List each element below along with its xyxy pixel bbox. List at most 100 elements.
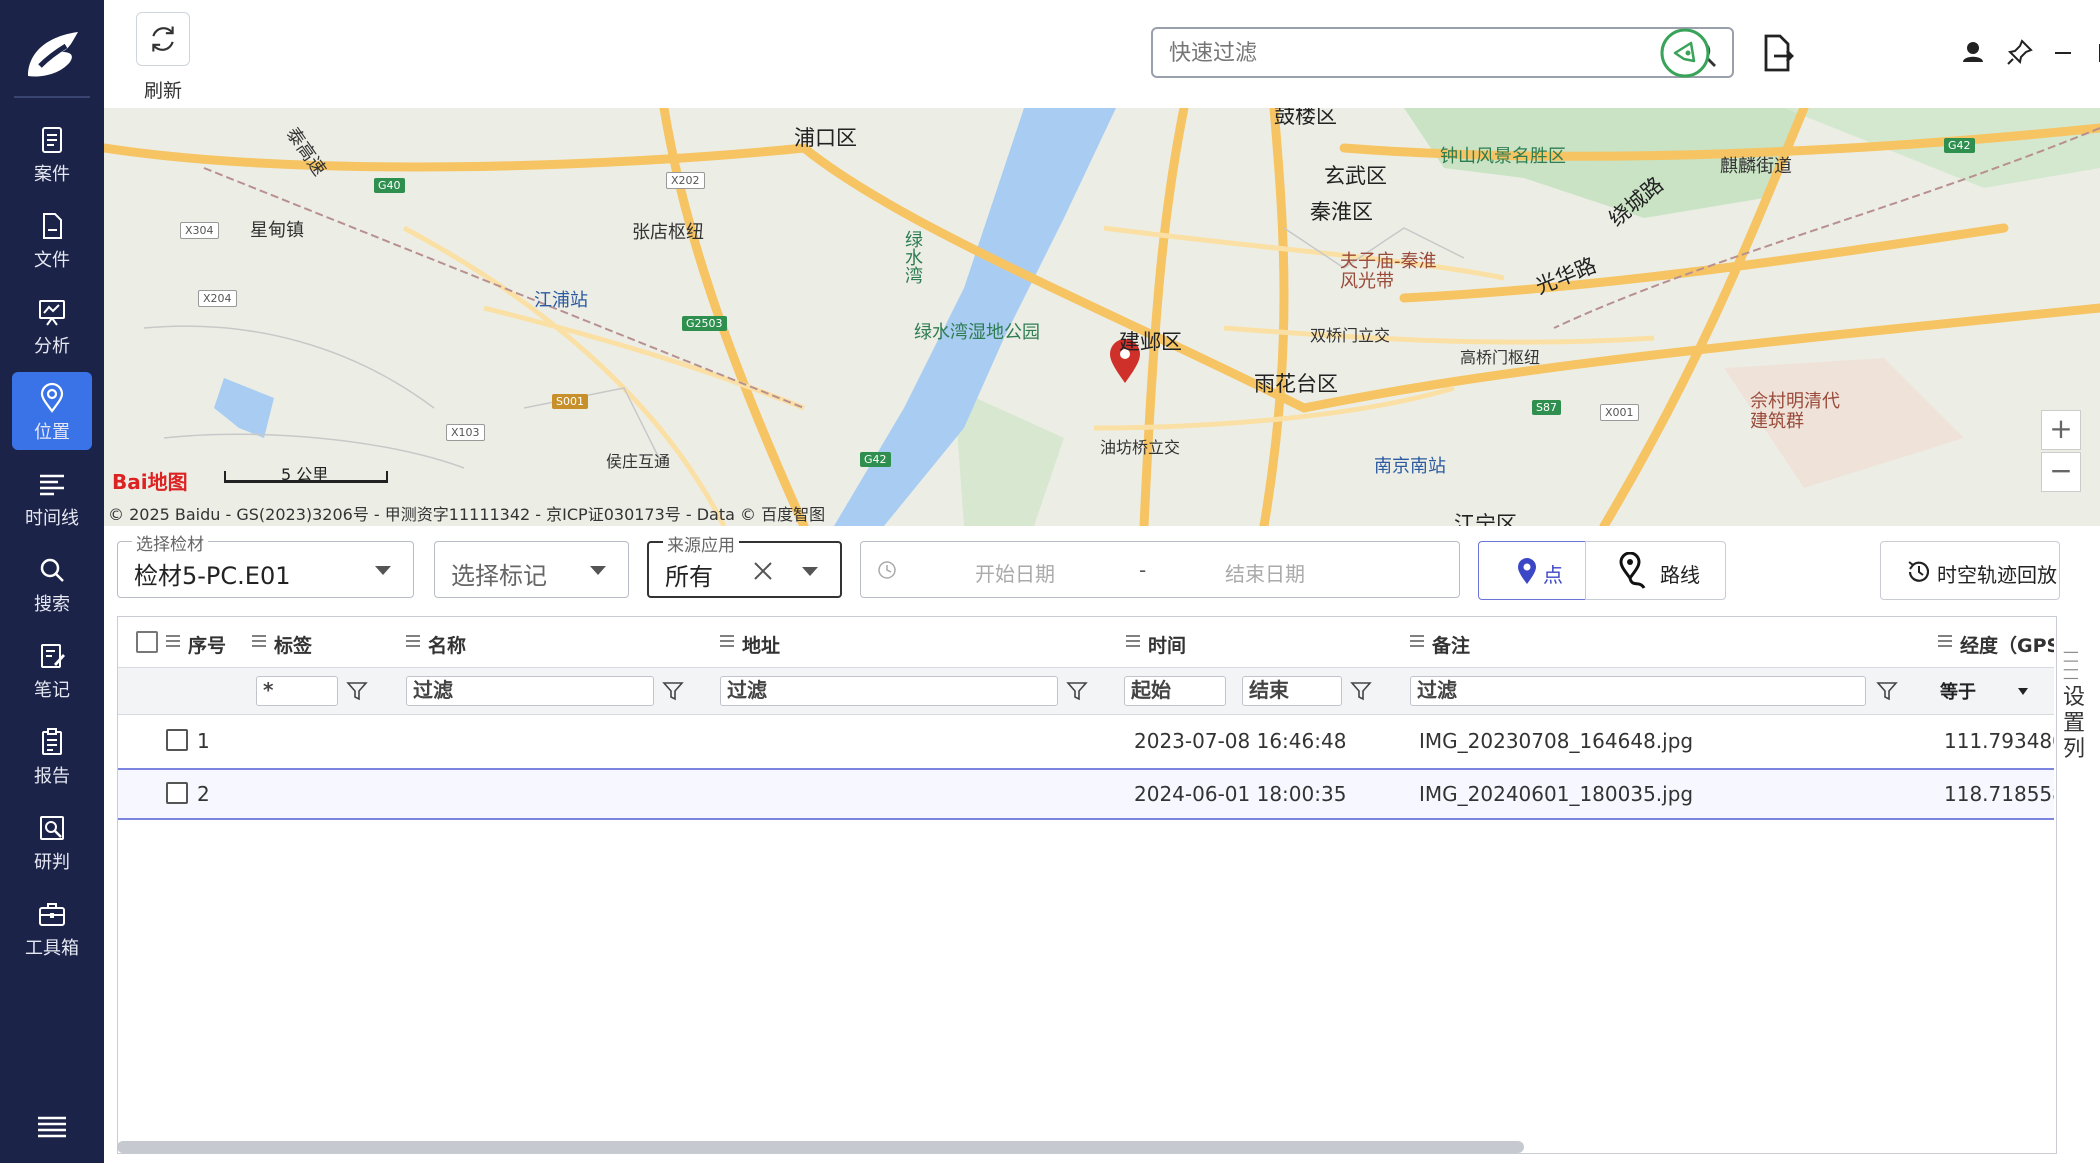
name-filter-input[interactable]: 过滤 — [406, 676, 654, 706]
source-app-select[interactable]: 来源应用 所有 — [647, 531, 842, 598]
column-header-label: 名称 — [428, 635, 467, 657]
clear-icon[interactable] — [751, 559, 775, 583]
map-label: 绿水湾 — [902, 230, 923, 284]
chevron-down-icon — [802, 567, 818, 576]
sidebar-item-timeline[interactable]: 时间线 — [12, 458, 92, 536]
map-view[interactable]: 浦口区 星甸镇 江浦站 张店枢纽 绿水湾 绿水湾湿地公园 建邺区 雨花台区 玄武… — [104, 108, 2100, 526]
road-tag: X304 — [180, 222, 219, 239]
column-header-tag[interactable]: 标签 — [252, 617, 402, 667]
quick-filter-input[interactable] — [1169, 37, 1639, 69]
road-tag: S001 — [552, 394, 588, 409]
map-label: 星甸镇 — [250, 220, 304, 241]
road-tag: G42 — [860, 452, 891, 467]
maximize-icon[interactable] — [2081, 26, 2100, 80]
filter-funnel-icon[interactable] — [1876, 680, 1898, 702]
road-tag: X202 — [666, 172, 705, 189]
map-label: 夫子庙-秦淮 风光带 — [1340, 251, 1437, 292]
quick-filter-box[interactable] — [1151, 27, 1734, 78]
evidence-select-label: 选择检材 — [132, 530, 208, 555]
column-menu-icon[interactable] — [720, 635, 734, 647]
hamburger-menu-icon[interactable] — [34, 1112, 70, 1142]
location-tag-status-icon[interactable] — [1658, 26, 1712, 80]
history-clock-icon — [1908, 561, 1930, 582]
sidebar-item-report[interactable]: 报告 — [12, 716, 92, 794]
sidebar-item-toolbox[interactable]: 工具箱 — [12, 888, 92, 966]
column-menu-icon[interactable] — [406, 635, 420, 647]
marker-select[interactable]: 选择标记 — [434, 541, 629, 598]
sidebar-item-analysis[interactable]: 分析 — [12, 286, 92, 364]
map-label: 雨花台区 — [1254, 372, 1338, 396]
road-tag: X204 — [198, 290, 237, 307]
cell-index: 2 — [197, 782, 210, 806]
export-file-icon[interactable] — [1750, 26, 1804, 80]
scale-label: 5 公里 — [281, 465, 329, 484]
trajectory-playback-button[interactable]: 时空轨迹回放 — [1880, 541, 2060, 600]
filter-funnel-icon[interactable] — [662, 680, 684, 702]
date-end-placeholder[interactable]: 结束日期 — [1225, 558, 1305, 587]
column-header-time[interactable]: 时间 — [1126, 617, 1386, 667]
column-header-name[interactable]: 名称 — [406, 617, 706, 667]
column-menu-icon[interactable] — [166, 635, 180, 647]
map-label: 江浦站 — [534, 290, 588, 311]
sidebar-item-search[interactable]: 搜索 — [12, 544, 92, 622]
column-header-longitude[interactable]: 经度（GPS) — [1938, 617, 2054, 667]
date-start-placeholder[interactable]: 开始日期 — [975, 558, 1055, 587]
map-zoom-out-button[interactable]: − — [2041, 452, 2081, 492]
horizontal-scrollbar[interactable] — [117, 1141, 1524, 1153]
clock-icon — [878, 561, 896, 579]
filter-funnel-icon[interactable] — [346, 680, 368, 702]
tag-filter-input[interactable]: * — [256, 676, 338, 706]
road-tag: X001 — [1600, 404, 1639, 421]
route-mode-button[interactable]: 路线 — [1585, 541, 1726, 600]
sidebar-item-location[interactable]: 位置 — [12, 372, 92, 450]
column-header-label: 备注 — [1432, 635, 1471, 657]
filter-funnel-icon[interactable] — [1066, 680, 1088, 702]
filter-funnel-icon[interactable] — [1350, 680, 1372, 702]
column-settings-button[interactable]: ||||设置列 — [2057, 650, 2087, 860]
address-filter-input[interactable]: 过滤 — [720, 676, 1058, 706]
column-header-note[interactable]: 备注 — [1410, 617, 1710, 667]
table-row[interactable]: 1 2023-07-08 16:46:48 IMG_20230708_16464… — [118, 715, 2054, 767]
report-icon — [42, 728, 62, 755]
column-menu-icon[interactable] — [252, 635, 266, 647]
column-menu-icon[interactable] — [1410, 635, 1424, 647]
map-label: 双桥门立交 — [1310, 326, 1391, 345]
route-icon — [1619, 552, 1646, 589]
file-icon — [43, 213, 62, 239]
sidebar-item-notes[interactable]: 笔记 — [12, 630, 92, 708]
column-header-label: 标签 — [274, 635, 313, 657]
sidebar-item-label: 案件 — [34, 164, 70, 185]
note-filter-input[interactable]: 过滤 — [1410, 676, 1866, 706]
sidebar-item-case[interactable]: 案件 — [12, 114, 92, 192]
time-end-filter[interactable]: 结束 — [1242, 676, 1342, 706]
sidebar-item-file[interactable]: 文件 — [12, 200, 92, 278]
column-header-index[interactable]: 序号 — [118, 617, 238, 667]
map-label: 建邺区 — [1119, 330, 1182, 354]
sidebar-item-assess[interactable]: 研判 — [12, 802, 92, 880]
evidence-select[interactable]: 选择检材 检材5-PC.E01 — [117, 530, 414, 598]
row-checkbox[interactable] — [166, 782, 188, 804]
map-label: 绿水湾湿地公园 — [914, 322, 1040, 343]
source-app-value: 所有 — [665, 563, 713, 591]
select-all-checkbox[interactable] — [136, 631, 158, 653]
point-mode-button[interactable]: 点 — [1478, 541, 1586, 600]
table-row[interactable]: 2 2024-06-01 18:00:35 IMG_20240601_18003… — [118, 768, 2054, 820]
cell-longitude: 111.7934805 — [1944, 729, 2054, 753]
longitude-operator-select[interactable]: 等于 — [1940, 678, 1976, 704]
column-header-address[interactable]: 地址 — [720, 617, 1020, 667]
map-zoom-in-button[interactable]: + — [2041, 410, 2081, 450]
column-menu-icon[interactable] — [1938, 635, 1952, 647]
map-scale-bar: 5 公里 — [224, 465, 388, 484]
map-label: 张店枢纽 — [632, 222, 704, 243]
refresh-icon — [152, 26, 174, 52]
cell-time: 2023-07-08 16:46:48 — [1134, 729, 1347, 753]
row-checkbox[interactable] — [166, 729, 188, 751]
refresh-button[interactable] — [136, 12, 190, 66]
date-range-picker[interactable]: 开始日期 - 结束日期 — [860, 541, 1460, 598]
time-start-filter[interactable]: 起始 — [1124, 676, 1226, 706]
road-tag: G42 — [1944, 138, 1975, 153]
map-label: 钟山风景名胜区 — [1440, 146, 1566, 167]
column-menu-icon[interactable] — [1126, 635, 1140, 647]
cell-note: IMG_20240601_180035.jpg — [1419, 782, 1694, 806]
map-label: 麒麟街道 — [1720, 156, 1792, 177]
